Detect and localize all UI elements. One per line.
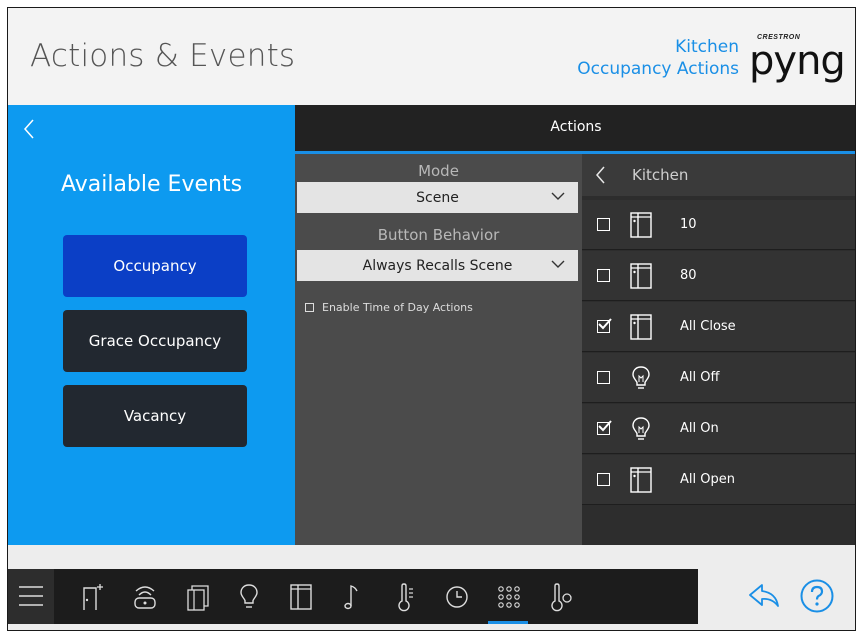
list-item[interactable]: 10 [582, 200, 855, 250]
crestron-pyng-logo: CRESTRON pyng [749, 32, 846, 84]
thermometer-icon [398, 583, 413, 612]
actions-title: Actions [550, 119, 602, 135]
nav-climate[interactable] [378, 569, 430, 624]
nav-shade[interactable] [274, 569, 326, 624]
time-of-day-checkbox[interactable]: Enable Time of Day Actions [305, 301, 473, 314]
checkbox[interactable] [597, 269, 610, 282]
app-window: Actions & Events Kitchen Occupancy Actio… [7, 7, 856, 631]
list-item[interactable]: All Close [582, 302, 855, 352]
event-vacancy-button[interactable]: Vacancy [63, 385, 247, 447]
list-item[interactable]: All Open [582, 455, 855, 505]
chevron-down-icon [550, 256, 566, 272]
mode-dropdown[interactable]: Scene [297, 182, 578, 213]
shade-icon [630, 314, 652, 340]
shade-icon [290, 584, 312, 610]
list-header[interactable]: Kitchen [582, 154, 855, 196]
bulb-icon [240, 584, 258, 608]
nav-lights[interactable] [222, 569, 274, 624]
mode-label: Mode [418, 162, 459, 180]
occupancy-sensor-icon [134, 586, 156, 609]
list-room-label: Kitchen [632, 166, 689, 184]
logo-pyng-text: pyng [749, 38, 846, 84]
shade-icon [630, 212, 652, 238]
back-chevron-icon[interactable] [20, 115, 40, 143]
nav-shades[interactable] [170, 569, 222, 624]
list-item-label: All Open [680, 472, 735, 487]
clock-icon [446, 586, 468, 608]
list-item-label: 10 [680, 217, 697, 232]
keypad-grid-icon [498, 586, 520, 608]
bottom-nav [8, 569, 698, 624]
button-behavior-value: Always Recalls Scene [362, 257, 513, 274]
scene-list: Kitchen 10 80 All Close All Off All On A… [582, 154, 855, 545]
bottom-toolbar [8, 545, 855, 630]
list-item-label: All On [680, 421, 719, 436]
music-note-icon [344, 585, 358, 610]
list-item[interactable]: 80 [582, 251, 855, 301]
button-behavior-label: Button Behavior [377, 226, 500, 244]
stacked-shades-icon [187, 585, 209, 611]
help-icon[interactable] [799, 578, 835, 614]
checkbox-box [305, 303, 314, 312]
page-title: Actions & Events [30, 38, 296, 74]
event-occupancy-button[interactable]: Occupancy [63, 235, 247, 297]
available-events-heading: Available Events [60, 172, 243, 197]
list-item[interactable]: All On [582, 404, 855, 454]
mode-value: Scene [416, 189, 459, 206]
checkbox-checked[interactable] [597, 318, 612, 333]
bulb-icon [630, 416, 652, 442]
nav-occupancy[interactable] [118, 569, 170, 624]
hamburger-menu-icon[interactable] [8, 569, 54, 624]
context-room: Kitchen [675, 37, 739, 57]
context-page: Occupancy Actions [577, 59, 739, 79]
checkmark-icon [598, 318, 612, 330]
chevron-down-icon [550, 188, 566, 204]
nav-keypads[interactable] [482, 569, 534, 624]
list-item-label: 80 [680, 268, 697, 283]
shade-icon [630, 263, 652, 289]
shade-icon [630, 467, 652, 493]
list-item[interactable]: All Off [582, 353, 855, 403]
share-icon[interactable] [746, 580, 782, 612]
event-grace-occupancy-button[interactable]: Grace Occupancy [63, 310, 247, 372]
context-title: Kitchen Occupancy Actions [577, 36, 739, 80]
actions-titlebar: Actions [295, 105, 855, 151]
nav-rooms[interactable] [66, 569, 118, 624]
button-behavior-dropdown[interactable]: Always Recalls Scene [297, 250, 578, 281]
list-item-label: All Close [680, 319, 736, 334]
door-add-icon [83, 584, 103, 610]
list-item-label: All Off [680, 370, 720, 385]
header: Actions & Events Kitchen Occupancy Actio… [8, 8, 855, 105]
checkbox[interactable] [597, 371, 610, 384]
checkbox-checked[interactable] [597, 420, 612, 435]
time-of-day-label: Enable Time of Day Actions [322, 301, 473, 314]
checkmark-icon [598, 420, 612, 432]
bulb-icon [630, 365, 652, 391]
checkbox[interactable] [597, 473, 610, 486]
checkbox[interactable] [597, 218, 610, 231]
thermostat-sensor-icon [551, 583, 572, 612]
nav-schedule[interactable] [430, 569, 482, 624]
events-panel: Available Events Occupancy Grace Occupan… [8, 105, 295, 545]
nav-sensors[interactable] [534, 569, 586, 624]
back-chevron-icon[interactable] [594, 164, 608, 186]
nav-media[interactable] [326, 569, 378, 624]
